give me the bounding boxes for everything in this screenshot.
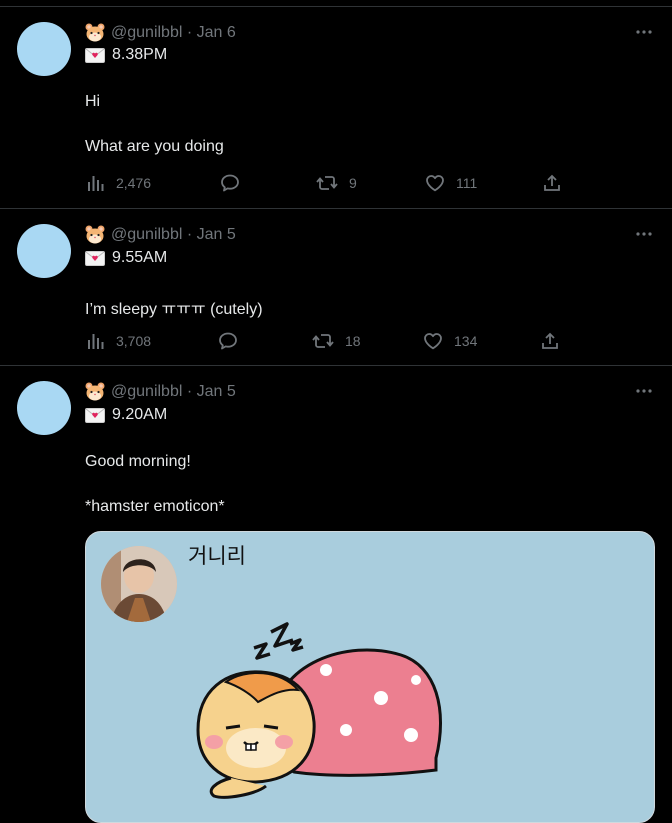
- tweet-text-line: *hamster emoticon*: [85, 498, 225, 515]
- author-handle[interactable]: @gunilbbl: [111, 24, 182, 42]
- tweet-text-line: I’m sleepy ㅠㅠㅠ (cutely): [85, 301, 263, 318]
- author-handle[interactable]: @gunilbbl: [111, 226, 182, 244]
- views-count: 2,476: [116, 175, 152, 191]
- tweet-actions: 3,708 18 134: [85, 330, 575, 352]
- likes-count: 111: [456, 175, 478, 191]
- share-button[interactable]: [540, 330, 560, 352]
- love-letter-icon: [85, 407, 105, 423]
- tweet-time-line: 8.38PM: [85, 46, 167, 64]
- tweet-time-text: 8.38PM: [112, 46, 168, 63]
- separator-dot: ·: [182, 226, 197, 243]
- hamster-face-icon: [85, 23, 105, 43]
- sleeping-hamster-illustration: [196, 622, 443, 799]
- likes-count: 134: [454, 333, 478, 349]
- tweet-date[interactable]: Jan 5: [197, 383, 236, 401]
- views-button[interactable]: 2,476: [85, 172, 151, 194]
- top-divider: [0, 6, 672, 7]
- love-letter-icon: [85, 250, 105, 266]
- love-letter-icon: [85, 47, 105, 63]
- ellipsis-icon[interactable]: [634, 226, 654, 242]
- retweet-arrows-icon: [312, 334, 334, 348]
- share-upload-icon: [544, 174, 560, 191]
- tweet-meta: @gunilbbl · Jan 5: [85, 381, 236, 403]
- retweets-count: 9: [349, 175, 357, 191]
- retweet-arrows-icon: [316, 176, 338, 190]
- media-name-text: 거니리: [188, 545, 246, 568]
- tweet-time-line: 9.20AM: [85, 406, 167, 424]
- tweet-text-line: Good morning!: [85, 453, 191, 470]
- tweet-time-text: 9.20AM: [112, 406, 168, 423]
- ellipsis-icon[interactable]: [634, 383, 654, 399]
- sleep-z-icon: [253, 622, 304, 660]
- like-button[interactable]: 111: [425, 172, 477, 194]
- author-avatar[interactable]: [17, 22, 71, 76]
- reply-button[interactable]: [220, 172, 240, 194]
- author-avatar[interactable]: [17, 224, 71, 278]
- tweet-date[interactable]: Jan 5: [197, 226, 236, 244]
- tweet-divider: [0, 365, 672, 366]
- separator-dot: ·: [182, 383, 197, 400]
- retweet-button[interactable]: 18: [312, 330, 361, 352]
- share-button[interactable]: [542, 172, 562, 194]
- hamster-face-icon: [85, 382, 105, 402]
- profile-photo: [101, 546, 177, 622]
- tweet-meta: @gunilbbl · Jan 5: [85, 224, 236, 246]
- tweet-media-image[interactable]: 거니리: [85, 531, 655, 823]
- ellipsis-icon[interactable]: [634, 24, 654, 40]
- heart-icon: [426, 175, 444, 192]
- tweet-divider: [0, 208, 672, 209]
- tweet-actions: 2,476 9 111: [85, 172, 575, 194]
- author-handle[interactable]: @gunilbbl: [111, 383, 182, 401]
- tweet-text-line: Hi: [85, 93, 101, 110]
- reply-button[interactable]: [218, 330, 238, 352]
- tweet-time-line: 9.55AM: [85, 249, 167, 267]
- speech-bubble-icon: [221, 174, 239, 192]
- retweets-count: 18: [345, 333, 361, 349]
- tweet-meta: @gunilbbl · Jan 6: [85, 22, 236, 44]
- like-button[interactable]: 134: [423, 330, 477, 352]
- speech-bubble-icon: [219, 332, 237, 350]
- views-count: 3,708: [116, 333, 152, 349]
- retweet-button[interactable]: 9: [316, 172, 357, 194]
- tweet-date[interactable]: Jan 6: [197, 24, 236, 42]
- heart-icon: [424, 333, 442, 350]
- bar-chart-icon: [88, 176, 104, 191]
- share-upload-icon: [542, 332, 558, 349]
- views-button[interactable]: 3,708: [85, 330, 151, 352]
- hamster-face-icon: [85, 225, 105, 245]
- author-avatar[interactable]: [17, 381, 71, 435]
- tweet-text-line: What are you doing: [85, 138, 224, 155]
- bar-chart-icon: [88, 334, 104, 349]
- tweet-time-text: 9.55AM: [112, 249, 168, 266]
- separator-dot: ·: [182, 24, 197, 41]
